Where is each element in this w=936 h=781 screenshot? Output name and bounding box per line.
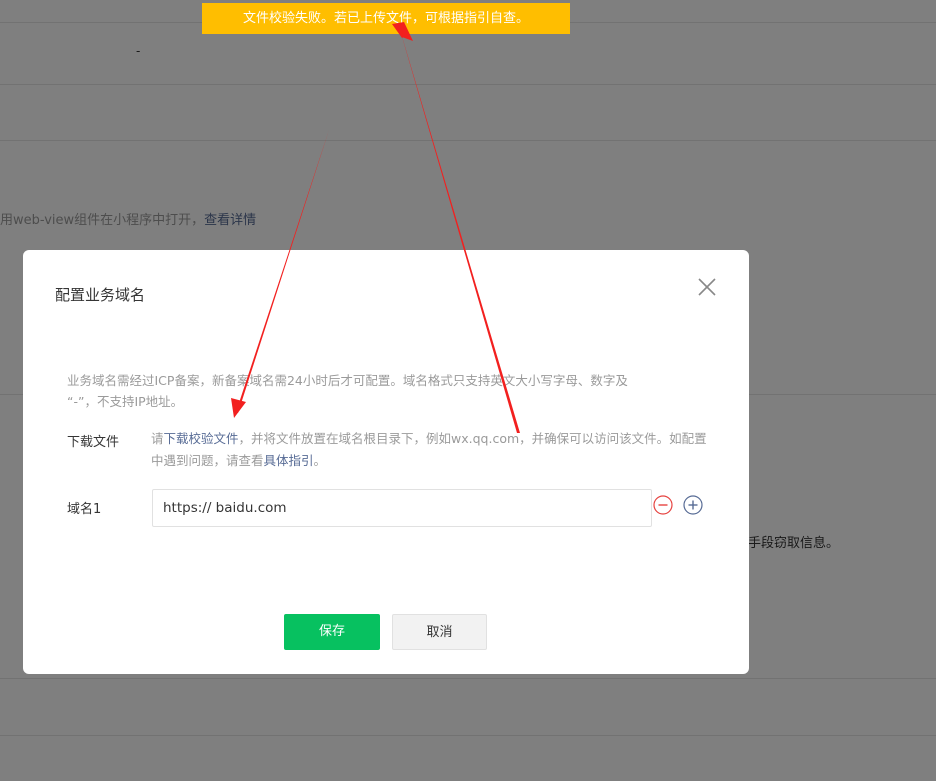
- minus-circle-icon: [653, 495, 673, 515]
- close-icon: [698, 278, 716, 296]
- guide-link[interactable]: 具体指引: [264, 453, 314, 468]
- save-button[interactable]: 保存: [284, 614, 380, 650]
- tip-line-1: 业务域名需经过ICP备案，新备案域名需24小时后才可配置。域名格式只支持英文大小…: [67, 373, 628, 388]
- domain-1-label: 域名1: [67, 502, 102, 517]
- cancel-button[interactable]: 取消: [392, 614, 487, 650]
- error-toast: 文件校验失败。若已上传文件，可根据指引自查。: [202, 3, 570, 34]
- download-verification-file-link[interactable]: 下载校验文件: [164, 431, 239, 446]
- close-button[interactable]: [696, 276, 718, 298]
- download-file-label: 下载文件: [67, 435, 120, 450]
- plus-circle-icon: [683, 495, 703, 515]
- add-domain-button[interactable]: [683, 495, 703, 515]
- download-text-prefix: 请: [151, 431, 164, 446]
- download-instructions: 请下载校验文件，并将文件放置在域名根目录下，例如wx.qq.com，并确保可以访…: [151, 428, 711, 472]
- tip-line-2: “-”，不支持IP地址。: [67, 394, 184, 409]
- dialog-title: 配置业务域名: [55, 286, 146, 304]
- domain-requirements-tip: 业务域名需经过ICP备案，新备案域名需24小时后才可配置。域名格式只支持英文大小…: [67, 370, 707, 412]
- domain-1-input[interactable]: [152, 489, 652, 527]
- download-text-suffix: 。: [313, 453, 327, 468]
- remove-domain-button[interactable]: [653, 495, 673, 515]
- configure-domain-dialog: 配置业务域名 业务域名需经过ICP备案，新备案域名需24小时后才可配置。域名格式…: [23, 250, 749, 674]
